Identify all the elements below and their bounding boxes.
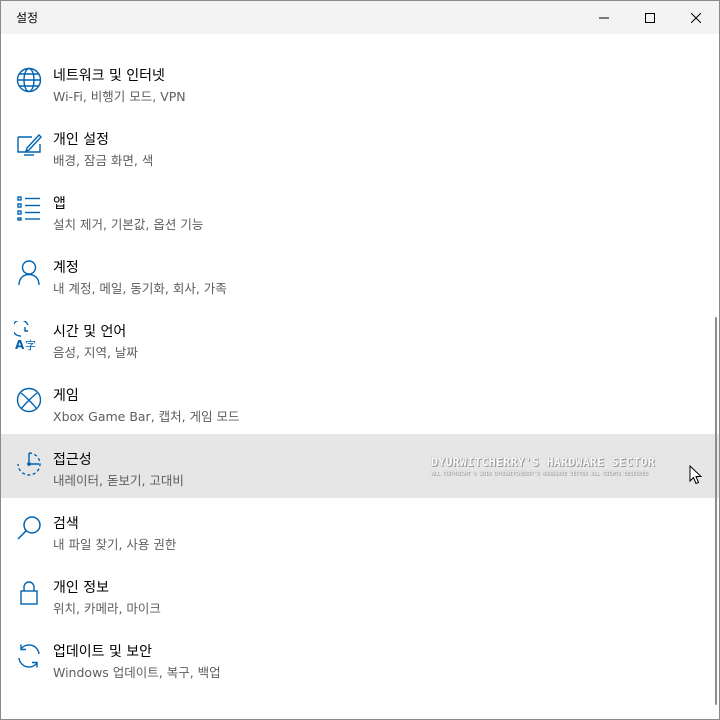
category-label: 개인 정보 xyxy=(53,580,109,596)
window-title: 설정 xyxy=(16,11,39,25)
mouse-cursor-icon xyxy=(689,465,703,485)
category-apps[interactable]: 앱 설치 제거, 기본값, 옵션 기능 xyxy=(1,178,719,242)
category-privacy[interactable]: 개인 정보 위치, 카메라, 마이크 xyxy=(1,562,719,626)
maximize-button[interactable] xyxy=(627,1,673,34)
category-label: 게임 xyxy=(53,388,79,404)
category-label: 개인 설정 xyxy=(53,132,109,148)
settings-window: 설정 네트워크 및 인터넷 Wi-Fi, 비행기 모드, VPN 개인 설정 배… xyxy=(0,0,720,720)
maximize-icon xyxy=(645,12,655,23)
category-description: 음성, 지역, 날짜 xyxy=(53,345,138,360)
category-accounts[interactable]: 계정 내 계정, 메일, 동기화, 회사, 가족 xyxy=(1,242,719,306)
category-description: 내 파일 찾기, 사용 권한 xyxy=(53,537,177,552)
category-description: 내레이터, 돋보기, 고대비 xyxy=(53,473,184,488)
category-time-language[interactable]: A 字 시간 및 언어 음성, 지역, 날짜 xyxy=(1,306,719,370)
update-sync-icon xyxy=(14,641,44,671)
category-label: 네트워크 및 인터넷 xyxy=(53,68,165,84)
xbox-icon xyxy=(14,385,44,415)
category-personalization[interactable]: 개인 설정 배경, 잠금 화면, 색 xyxy=(1,114,719,178)
svg-text:字: 字 xyxy=(25,338,36,351)
category-label: 앱 xyxy=(53,196,66,212)
category-description: Wi-Fi, 비행기 모드, VPN xyxy=(53,89,186,104)
lock-icon xyxy=(14,577,44,607)
vertical-scrollbar[interactable] xyxy=(715,317,717,705)
category-network-internet[interactable]: 네트워크 및 인터넷 Wi-Fi, 비행기 모드, VPN xyxy=(1,50,719,114)
category-description: 설치 제거, 기본값, 옵션 기능 xyxy=(53,217,204,232)
apps-list-icon xyxy=(14,193,44,223)
settings-category-list: 네트워크 및 인터넷 Wi-Fi, 비행기 모드, VPN 개인 설정 배경, … xyxy=(1,50,719,690)
category-description: Xbox Game Bar, 캡처, 게임 모드 xyxy=(53,409,240,424)
category-label: 업데이트 및 보안 xyxy=(53,644,153,660)
category-description: 위치, 카메라, 마이크 xyxy=(53,601,161,616)
minimize-icon xyxy=(599,17,609,18)
globe-icon xyxy=(14,65,44,95)
category-description: Windows 업데이트, 복구, 백업 xyxy=(53,665,221,680)
category-label: 검색 xyxy=(53,516,79,532)
close-button[interactable] xyxy=(673,1,719,34)
category-description: 내 계정, 메일, 동기화, 회사, 가족 xyxy=(53,281,227,296)
category-label: 시간 및 언어 xyxy=(53,324,127,340)
category-update-security[interactable]: 업데이트 및 보안 Windows 업데이트, 복구, 백업 xyxy=(1,626,719,690)
category-description: 배경, 잠금 화면, 색 xyxy=(53,153,154,168)
title-bar[interactable]: 설정 xyxy=(1,1,719,34)
category-search[interactable]: 검색 내 파일 찾기, 사용 권한 xyxy=(1,498,719,562)
category-label: 계정 xyxy=(53,260,79,276)
person-icon xyxy=(14,257,44,287)
svg-text:A: A xyxy=(15,338,25,351)
time-language-icon: A 字 xyxy=(14,321,44,351)
category-gaming[interactable]: 게임 Xbox Game Bar, 캡처, 게임 모드 xyxy=(1,370,719,434)
personalization-icon xyxy=(14,129,44,159)
close-icon xyxy=(691,12,701,23)
minimize-button[interactable] xyxy=(581,1,627,34)
ease-of-access-icon xyxy=(14,449,44,479)
category-label: 접근성 xyxy=(53,452,92,468)
search-icon xyxy=(14,513,44,543)
category-ease-of-access[interactable]: 접근성 내레이터, 돋보기, 고대비 xyxy=(1,434,719,498)
